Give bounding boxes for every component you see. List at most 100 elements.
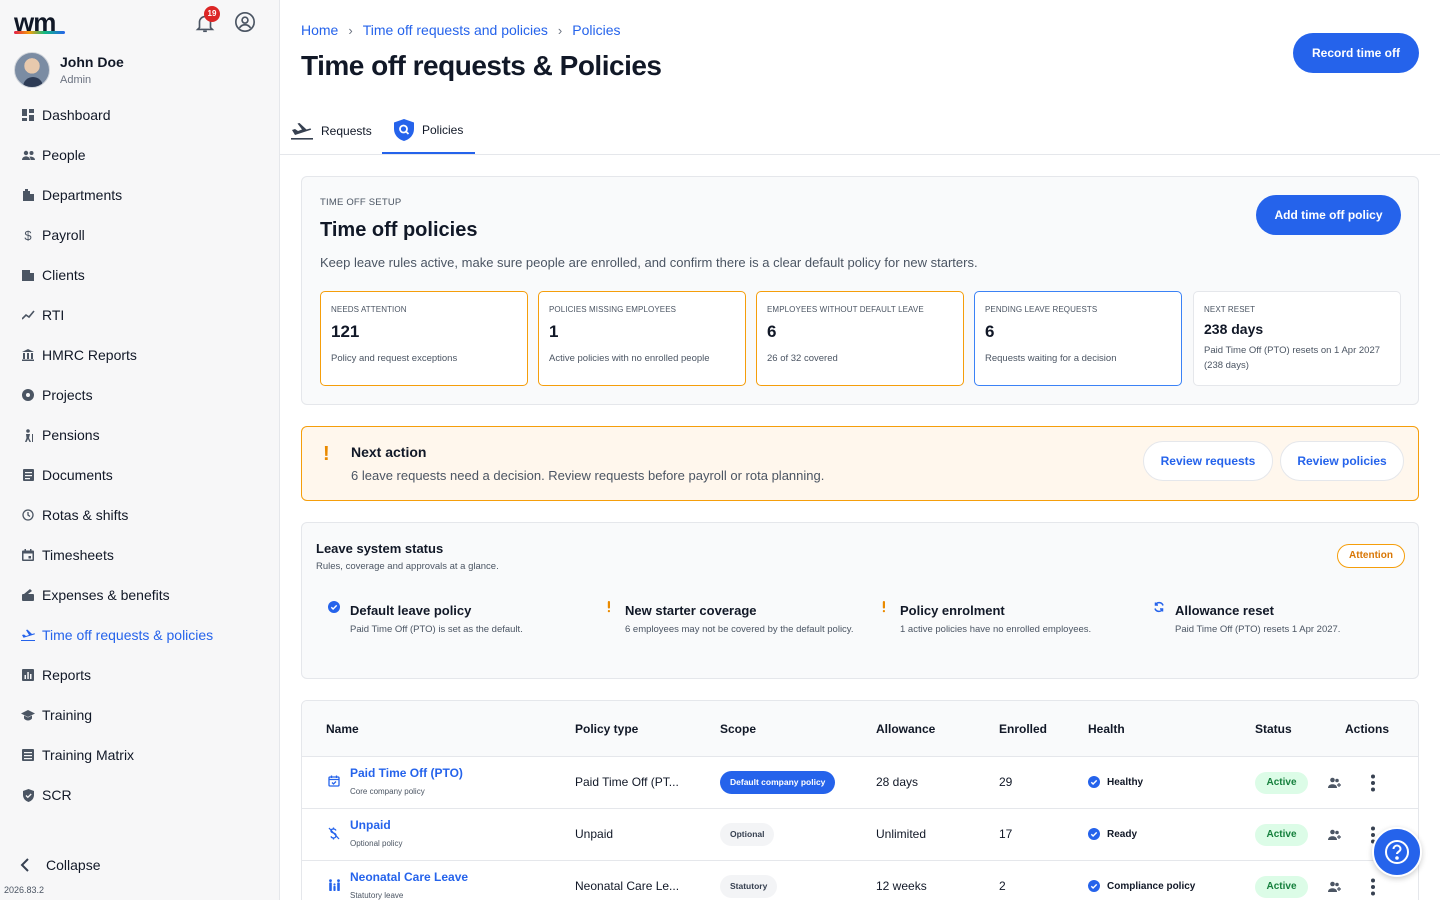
column-header-policy-type[interactable]: Policy type <box>575 722 638 736</box>
breadcrumb-home[interactable]: Home <box>301 22 338 38</box>
column-header-name[interactable]: Name <box>326 722 359 736</box>
sidebar-item-scr[interactable]: SCR <box>0 775 280 815</box>
column-header-health[interactable]: Health <box>1088 722 1125 736</box>
review-requests-button[interactable]: Review requests <box>1143 441 1273 481</box>
warning-icon: ! <box>323 443 330 465</box>
policy-name-link[interactable]: Paid Time Off (PTO) <box>350 766 463 780</box>
document-icon <box>21 468 35 482</box>
sidebar-item-timesheets[interactable]: Timesheets <box>0 535 280 575</box>
status-item-desc: 1 active policies have no enrolled emplo… <box>900 624 1092 635</box>
manage-people-icon[interactable] <box>1328 880 1342 894</box>
manage-people-icon[interactable] <box>1328 776 1342 790</box>
stat-subtext: Paid Time Off (PTO) resets on 1 Apr 2027… <box>1204 345 1381 371</box>
clock-icon <box>21 508 35 522</box>
manage-people-icon[interactable] <box>1328 828 1342 842</box>
status-badge: Active <box>1255 876 1308 898</box>
sidebar-nav: Dashboard People Departments $ Payroll C… <box>0 95 280 815</box>
sidebar-item-rti[interactable]: RTI <box>0 295 280 335</box>
sidebar-item-label: Time off requests & policies <box>42 627 214 643</box>
breadcrumb-time-off[interactable]: Time off requests and policies <box>363 22 548 38</box>
sidebar-item-reports[interactable]: Reports <box>0 655 280 695</box>
table-row[interactable]: Unpaid Optional policy Unpaid Optional U… <box>302 809 1418 861</box>
clients-icon <box>21 268 35 282</box>
setup-eyebrow: TIME OFF SETUP <box>320 197 402 208</box>
scope-badge: Optional <box>720 823 775 846</box>
stat-needs-attention[interactable]: Needs attention 121 Policy and request e… <box>320 291 528 386</box>
collapse-button[interactable]: Collapse <box>20 857 100 873</box>
status-item-desc: 6 employees may not be covered by the de… <box>625 624 854 635</box>
column-header-allowance[interactable]: Allowance <box>876 722 935 736</box>
sidebar-item-payroll[interactable]: $ Payroll <box>0 215 280 255</box>
chevron-right-icon: › <box>348 22 353 38</box>
sidebar-item-hmrc-reports[interactable]: HMRC Reports <box>0 335 280 375</box>
help-button[interactable] <box>1372 827 1422 877</box>
stat-label: Needs attention <box>331 305 407 314</box>
stat-policies-missing-employees[interactable]: Policies missing employees 1 Active poli… <box>538 291 746 386</box>
column-header-status[interactable]: Status <box>1255 722 1292 736</box>
sidebar-item-expenses-benefits[interactable]: Expenses & benefits <box>0 575 280 615</box>
policy-type-cell: Paid Time Off (PT... <box>575 775 679 789</box>
sidebar-item-documents[interactable]: Documents <box>0 455 280 495</box>
tab-label: Policies <box>422 123 464 137</box>
sidebar-item-label: Departments <box>42 187 123 203</box>
record-time-off-button[interactable]: Record time off <box>1293 33 1419 73</box>
sidebar-item-rotas-shifts[interactable]: Rotas & shifts <box>0 495 280 535</box>
calendar-check-icon <box>328 775 340 787</box>
sidebar-item-time-off[interactable]: Time off requests & policies <box>0 615 280 655</box>
stat-employees-without-default[interactable]: Employees without default leave 6 26 of … <box>756 291 964 386</box>
user-name: John Doe <box>60 54 124 70</box>
avatar[interactable] <box>14 52 50 88</box>
stat-label: Pending leave requests <box>985 305 1098 314</box>
stat-subtext: Policy and request exceptions <box>331 353 458 364</box>
sidebar-item-training-matrix[interactable]: Training Matrix <box>0 735 280 775</box>
stat-value: 6 <box>767 322 777 341</box>
table-row[interactable]: Paid Time Off (PTO) Core company policy … <box>302 757 1418 809</box>
health-label: Compliance policy <box>1107 880 1196 892</box>
sidebar-item-training[interactable]: Training <box>0 695 280 735</box>
column-header-enrolled[interactable]: Enrolled <box>999 722 1047 736</box>
sidebar: wm 19 John Doe Admin Dashboard People De… <box>0 0 280 900</box>
add-time-off-policy-button[interactable]: Add time off policy <box>1256 195 1401 235</box>
app-logo[interactable]: wm <box>14 9 56 35</box>
policy-type-cell: Neonatal Care Le... <box>575 879 680 893</box>
projects-icon <box>21 388 35 402</box>
health-label: Ready <box>1107 828 1138 840</box>
column-header-scope[interactable]: Scope <box>720 722 756 736</box>
enrolled-cell: 17 <box>999 827 1013 841</box>
sidebar-item-dashboard[interactable]: Dashboard <box>0 95 280 135</box>
policy-name-link[interactable]: Neonatal Care Leave <box>350 870 468 884</box>
sidebar-item-projects[interactable]: Projects <box>0 375 280 415</box>
pensions-icon <box>21 428 35 442</box>
scope-badge: Default company policy <box>720 771 836 794</box>
sidebar-item-pensions[interactable]: Pensions <box>0 415 280 455</box>
account-circle-icon[interactable] <box>234 11 256 33</box>
page-title: Time off requests & Policies <box>301 50 662 81</box>
sidebar-item-label: Documents <box>42 467 113 483</box>
logo-underline <box>14 31 65 34</box>
sidebar-item-clients[interactable]: Clients <box>0 255 280 295</box>
sidebar-item-label: Expenses & benefits <box>42 587 170 603</box>
collapse-label: Collapse <box>46 857 101 873</box>
stat-pending-leave-requests[interactable]: Pending leave requests 6 Requests waitin… <box>974 291 1182 386</box>
warning-icon <box>878 601 890 613</box>
breadcrumb-policies[interactable]: Policies <box>572 22 620 38</box>
reports-icon <box>21 668 35 682</box>
stat-next-reset[interactable]: Next reset 238 days Paid Time Off (PTO) … <box>1193 291 1401 386</box>
sidebar-item-people[interactable]: People <box>0 135 280 175</box>
more-vertical-icon[interactable] <box>1368 774 1378 792</box>
tab-label: Requests <box>321 124 372 138</box>
policy-name-link[interactable]: Unpaid <box>350 818 391 832</box>
money-off-icon <box>328 827 340 840</box>
tab-policies[interactable]: Policies <box>382 108 475 154</box>
sidebar-item-label: Training Matrix <box>42 747 135 763</box>
tab-requests[interactable]: Requests <box>291 108 372 154</box>
sidebar-item-label: Timesheets <box>42 547 114 563</box>
review-policies-button[interactable]: Review policies <box>1280 441 1404 481</box>
table-row[interactable]: Neonatal Care Leave Statutory leave Neon… <box>302 861 1418 900</box>
building-icon <box>21 188 35 202</box>
sidebar-item-label: HMRC Reports <box>42 347 137 363</box>
sidebar-item-departments[interactable]: Departments <box>0 175 280 215</box>
stat-value: 6 <box>985 322 995 341</box>
more-vertical-icon[interactable] <box>1368 878 1378 896</box>
status-subtitle: Rules, coverage and approvals at a glanc… <box>316 561 499 572</box>
